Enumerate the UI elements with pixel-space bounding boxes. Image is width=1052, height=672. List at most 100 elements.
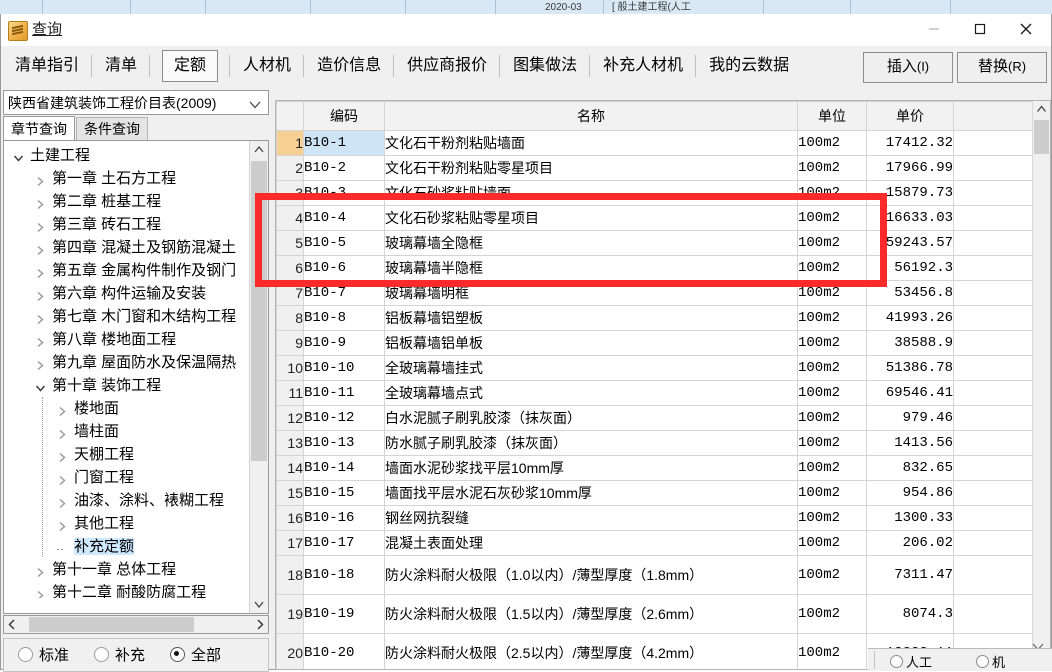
- bottom-radio-1[interactable]: 机: [976, 652, 1005, 671]
- table-row[interactable]: 6 B10-6 玻璃幕墙半隐框 100m2 56192.3: [276, 255, 1041, 281]
- cell-idx[interactable]: 17: [276, 530, 304, 556]
- table-row[interactable]: 3 B10-3 文化石砂浆粘贴墙面 100m2 15879.73: [276, 180, 1041, 206]
- cell-idx[interactable]: 18: [276, 555, 304, 595]
- cell-code[interactable]: B10-14: [303, 455, 385, 481]
- cell-code[interactable]: B10-11: [303, 380, 385, 406]
- table-row[interactable]: 15 B10-15 墙面找平层水泥石灰砂浆10mm厚 100m2 954.86: [276, 480, 1041, 506]
- cell-unit[interactable]: 100m2: [797, 530, 867, 556]
- cell-extra[interactable]: [953, 555, 1041, 595]
- cell-price[interactable]: 41993.26: [866, 305, 954, 331]
- cell-unit[interactable]: 100m2: [797, 594, 867, 634]
- tab-0[interactable]: 清单指引: [2, 46, 93, 86]
- cell-extra[interactable]: [953, 280, 1041, 306]
- cell-unit[interactable]: 100m2: [797, 430, 867, 456]
- cell-idx[interactable]: 16: [276, 505, 304, 531]
- cell-code[interactable]: B10-6: [303, 255, 385, 281]
- cell-price[interactable]: 69546.41: [866, 380, 954, 406]
- cell-extra[interactable]: [953, 130, 1041, 156]
- table-row[interactable]: 14 B10-14 墙面水泥砂浆找平层10mm厚 100m2 832.65: [276, 455, 1041, 481]
- tree-node-3[interactable]: 第三章 砖石工程: [4, 213, 250, 236]
- cell-extra[interactable]: [953, 355, 1041, 381]
- cell-idx[interactable]: 3: [276, 180, 304, 206]
- cell-extra[interactable]: [953, 330, 1041, 356]
- cell-unit[interactable]: 100m2: [797, 205, 867, 231]
- cell-price[interactable]: 832.65: [866, 455, 954, 481]
- radio-2[interactable]: 全部: [170, 647, 221, 665]
- cell-price[interactable]: 1300.33: [866, 505, 954, 531]
- tree-node-10[interactable]: 第十章 装饰工程: [4, 374, 250, 397]
- table-row[interactable]: 8 B10-8 铝板幕墙铝塑板 100m2 41993.26: [276, 305, 1041, 331]
- tree-node-17[interactable]: 补充定额: [4, 535, 250, 558]
- tree-hscroll-thumb[interactable]: [29, 617, 194, 632]
- table-row[interactable]: 19 B10-19 防火涂料耐火极限（1.5以内）/薄型厚度（2.6mm） 100m2…: [276, 594, 1041, 634]
- cell-extra[interactable]: [953, 430, 1041, 456]
- cell-price[interactable]: 53456.8: [866, 280, 954, 306]
- cell-idx[interactable]: 20: [276, 633, 304, 669]
- cell-price[interactable]: 7311.47: [866, 555, 954, 595]
- cell-extra[interactable]: [953, 305, 1041, 331]
- scroll-left-icon[interactable]: [4, 616, 21, 633]
- cell-unit[interactable]: 100m2: [797, 280, 867, 306]
- cell-price[interactable]: 59243.57: [866, 230, 954, 256]
- cell-code[interactable]: B10-4: [303, 205, 385, 231]
- cell-extra[interactable]: [953, 505, 1041, 531]
- cell-name[interactable]: 防火涂料耐火极限（1.5以内）/薄型厚度（2.6mm）: [384, 594, 798, 634]
- cell-name[interactable]: 防火涂料耐火极限（2.5以内）/薄型厚度（4.2mm）: [384, 633, 798, 669]
- sub-tab-0[interactable]: 章节查询: [3, 116, 75, 141]
- cell-price[interactable]: 8074.3: [866, 594, 954, 634]
- quota-results-grid[interactable]: 编码 名称 单位 单价 1 B10-1 文化石干粉剂粘贴墙面 100m2 17412.32 2 B…: [275, 100, 1051, 670]
- cell-extra[interactable]: [953, 380, 1041, 406]
- tree-node-13[interactable]: 天棚工程: [4, 443, 250, 466]
- cell-unit[interactable]: 100m2: [797, 355, 867, 381]
- cell-extra[interactable]: [953, 455, 1041, 481]
- cell-unit[interactable]: 100m2: [797, 555, 867, 595]
- cell-price[interactable]: 1413.56: [866, 430, 954, 456]
- table-row[interactable]: 9 B10-9 铝板幕墙铝单板 100m2 38588.9: [276, 330, 1041, 356]
- cell-code[interactable]: B10-5: [303, 230, 385, 256]
- cell-unit[interactable]: 100m2: [797, 480, 867, 506]
- cell-unit[interactable]: 100m2: [797, 405, 867, 431]
- cell-unit[interactable]: 100m2: [797, 180, 867, 206]
- tree-node-5[interactable]: 第五章 金属构件制作及钢门: [4, 259, 250, 282]
- tree-horizontal-scrollbar[interactable]: [3, 615, 269, 634]
- cell-idx[interactable]: 10: [276, 355, 304, 381]
- table-row[interactable]: 2 B10-2 文化石干粉剂粘贴零星项目 100m2 17966.99: [276, 155, 1041, 181]
- cell-unit[interactable]: 100m2: [797, 380, 867, 406]
- radio-0[interactable]: 标准: [18, 647, 69, 665]
- column-header-unit[interactable]: 单位: [797, 101, 867, 131]
- table-row[interactable]: 17 B10-17 混凝土表面处理 100m2 206.02: [276, 530, 1041, 556]
- bottom-radio-0[interactable]: 人工: [890, 652, 932, 671]
- cell-code[interactable]: B10-12: [303, 405, 385, 431]
- tree-node-11[interactable]: 楼地面: [4, 397, 250, 420]
- cell-idx[interactable]: 7: [276, 280, 304, 306]
- tree-node-2[interactable]: 第二章 桩基工程: [4, 190, 250, 213]
- table-row[interactable]: 10 B10-10 全玻璃幕墙挂式 100m2 51386.78: [276, 355, 1041, 381]
- cell-name[interactable]: 防火涂料耐火极限（1.0以内）/薄型厚度（1.8mm）: [384, 555, 798, 595]
- cell-extra[interactable]: [953, 594, 1041, 634]
- cell-idx[interactable]: 1: [276, 130, 304, 156]
- cell-name[interactable]: 全玻璃幕墙点式: [384, 380, 798, 406]
- cell-idx[interactable]: 11: [276, 380, 304, 406]
- tree-node-4[interactable]: 第四章 混凝土及钢筋混凝土: [4, 236, 250, 259]
- scroll-right-icon[interactable]: [251, 616, 268, 633]
- cell-code[interactable]: B10-20: [303, 633, 385, 669]
- cell-name[interactable]: 全玻璃幕墙挂式: [384, 355, 798, 381]
- price-library-select[interactable]: 陕西省建筑装饰工程价目表(2009): [3, 90, 269, 115]
- cell-unit[interactable]: 100m2: [797, 455, 867, 481]
- cell-idx[interactable]: 13: [276, 430, 304, 456]
- cell-name[interactable]: 文化石砂浆粘贴零星项目: [384, 205, 798, 231]
- tab-2[interactable]: 定额: [150, 46, 231, 86]
- cell-code[interactable]: B10-10: [303, 355, 385, 381]
- scroll-up-icon[interactable]: [250, 141, 268, 159]
- table-row[interactable]: 4 B10-4 文化石砂浆粘贴零星项目 100m2 16633.03: [276, 205, 1041, 231]
- tab-6[interactable]: 图集做法: [500, 46, 591, 86]
- cell-idx[interactable]: 5: [276, 230, 304, 256]
- cell-name[interactable]: 文化石干粉剂粘贴墙面: [384, 130, 798, 156]
- table-row[interactable]: 5 B10-5 玻璃幕墙全隐框 100m2 59243.57: [276, 230, 1041, 256]
- cell-code[interactable]: B10-9: [303, 330, 385, 356]
- cell-name[interactable]: 混凝土表面处理: [384, 530, 798, 556]
- replace-button[interactable]: 替换(R): [957, 52, 1047, 83]
- cell-unit[interactable]: 100m2: [797, 255, 867, 281]
- tab-8[interactable]: 我的云数据: [696, 46, 802, 86]
- cell-unit[interactable]: 100m2: [797, 230, 867, 256]
